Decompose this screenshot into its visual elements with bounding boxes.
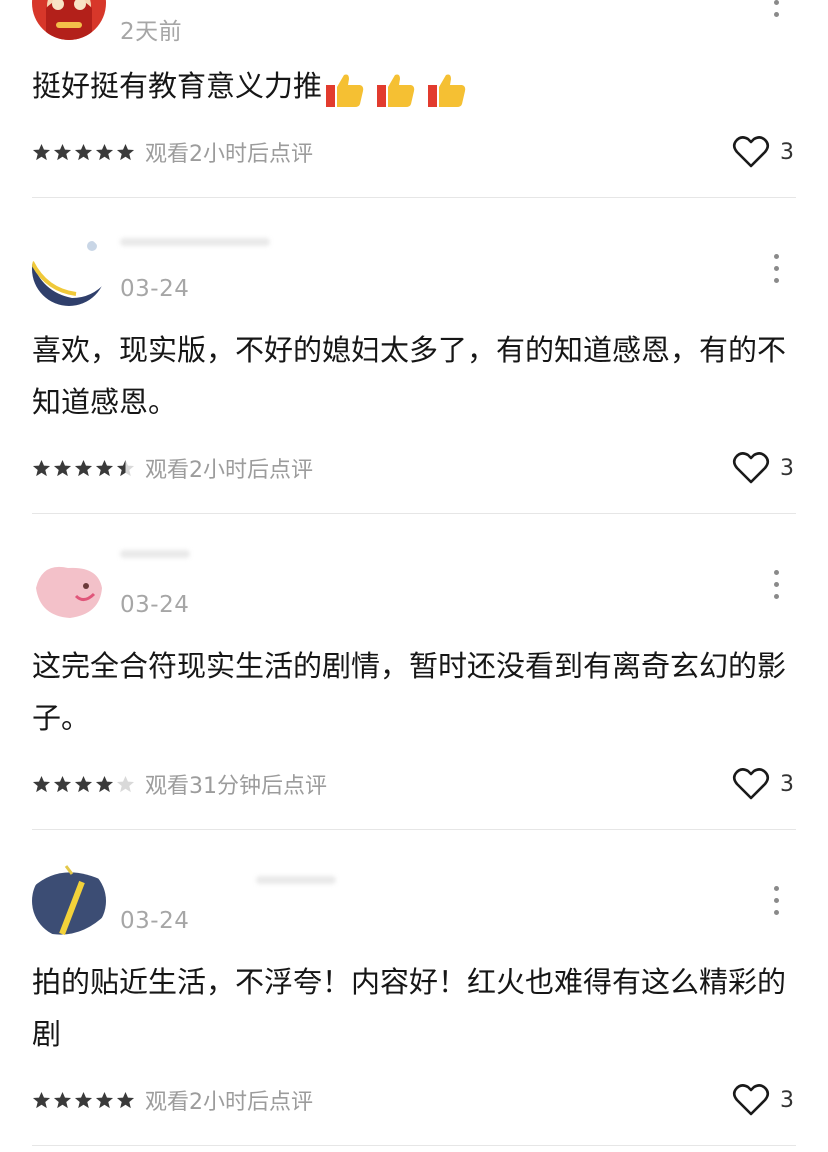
watch-duration-text: 观看2小时后点评	[145, 458, 313, 483]
like-button[interactable]: 3	[732, 134, 796, 170]
star-icon	[95, 1091, 114, 1108]
star-icon	[53, 1091, 72, 1108]
avatar[interactable]	[32, 232, 106, 306]
star-icon	[32, 459, 51, 476]
comment-meta: 观看2小时后点评 3	[32, 134, 796, 170]
username-blurred	[120, 238, 270, 246]
watch-duration-text: 观看31分钟后点评	[145, 774, 327, 799]
comment-time: 03-24	[120, 908, 190, 934]
comment-time: 2天前	[120, 19, 183, 45]
avatar[interactable]	[32, 0, 106, 40]
star-icon	[95, 775, 114, 792]
star-icon	[53, 143, 72, 160]
like-button[interactable]: 3	[732, 1082, 796, 1118]
avatar[interactable]	[32, 864, 106, 938]
star-icon	[74, 459, 93, 476]
watch-duration-text: 观看2小时后点评	[145, 1090, 313, 1115]
like-count: 3	[780, 771, 794, 797]
like-button[interactable]: 3	[732, 766, 796, 802]
comment-text: 喜欢，现实版，不好的媳妇太多了，有的知道感恩，有的不知道感恩。	[32, 333, 787, 419]
heart-outline-icon	[732, 452, 770, 484]
star-icon	[74, 143, 93, 160]
star-rating	[32, 1091, 135, 1110]
star-icon	[116, 459, 135, 476]
watch-duration-text: 观看2小时后点评	[145, 142, 313, 167]
divider	[32, 513, 796, 514]
comment-meta: 观看31分钟后点评 3	[32, 766, 796, 802]
star-rating	[32, 775, 135, 794]
heart-outline-icon	[732, 768, 770, 800]
comment-text: 拍的贴近生活，不浮夸！内容好！红火也难得有这么精彩的剧	[32, 965, 787, 1051]
star-icon	[74, 775, 93, 792]
star-icon	[32, 143, 51, 160]
like-count: 3	[780, 1087, 794, 1113]
star-icon	[74, 1091, 93, 1108]
thumbs-up-emoji-icon	[324, 62, 468, 114]
comment-text: 这完全合符现实生活的剧情，暂时还没看到有离奇玄幻的影子。	[32, 649, 787, 735]
star-icon	[95, 459, 114, 476]
comment-time: 03-24	[120, 592, 190, 618]
star-rating	[32, 459, 135, 478]
comment-text: 挺好挺有教育意义力推	[32, 60, 792, 114]
like-count: 3	[780, 455, 794, 481]
star-icon	[53, 775, 72, 792]
heart-outline-icon	[732, 1084, 770, 1116]
comment-time: 03-24	[120, 276, 190, 302]
like-count: 3	[780, 139, 794, 165]
avatar[interactable]	[32, 548, 106, 622]
star-icon	[32, 775, 51, 792]
more-options-icon[interactable]	[770, 886, 782, 915]
star-icon	[116, 1091, 135, 1108]
more-options-icon[interactable]	[770, 0, 782, 17]
username-blurred	[120, 550, 190, 558]
divider	[32, 829, 796, 830]
divider	[32, 197, 796, 198]
star-icon	[116, 143, 135, 160]
like-button[interactable]: 3	[732, 450, 796, 486]
star-icon	[95, 143, 114, 160]
username-blurred	[256, 876, 336, 884]
divider	[32, 1145, 796, 1146]
comment-list: 2天前 挺好挺有教育意义力推 观看2小时后点评 3 03-24 喜欢，现实版，不…	[0, 0, 828, 1152]
star-icon	[116, 775, 135, 792]
comment-text-body: 挺好挺有教育意义力推	[32, 69, 323, 103]
comment-meta: 观看2小时后点评 3	[32, 1082, 796, 1118]
star-rating	[32, 143, 135, 162]
star-icon	[32, 1091, 51, 1108]
more-options-icon[interactable]	[770, 570, 782, 599]
star-icon	[53, 459, 72, 476]
more-options-icon[interactable]	[770, 254, 782, 283]
heart-outline-icon	[732, 136, 770, 168]
comment-meta: 观看2小时后点评 3	[32, 450, 796, 486]
